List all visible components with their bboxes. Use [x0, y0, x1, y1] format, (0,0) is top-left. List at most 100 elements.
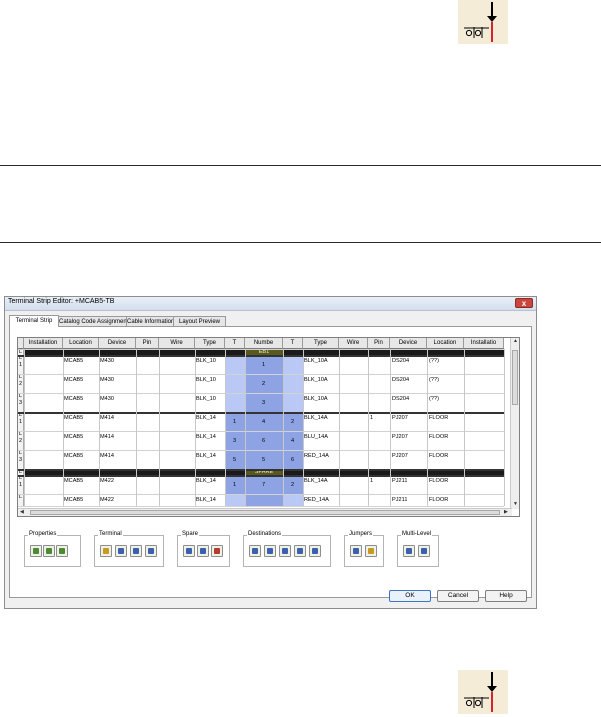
- tab-layout-preview[interactable]: Layout Preview: [173, 316, 226, 326]
- terminal-symbol-icon[interactable]: [458, 670, 508, 714]
- terminal-left-cell: 5: [233, 457, 237, 463]
- column-header[interactable]: Type: [195, 338, 225, 349]
- column-header[interactable]: Location: [63, 338, 99, 349]
- vertical-scroll-thumb[interactable]: [512, 350, 518, 405]
- column-header[interactable]: Numbe: [245, 338, 283, 349]
- destination-button-5[interactable]: [309, 545, 321, 557]
- type-cell: BLK_14A: [304, 478, 328, 484]
- delete-spare-button[interactable]: [197, 545, 209, 557]
- device-cell: M414: [100, 415, 114, 421]
- remove-properties-button[interactable]: [56, 545, 68, 557]
- column-header[interactable]: T: [283, 338, 303, 349]
- group-label: Terminal: [98, 531, 123, 537]
- location-cell: FLOOR: [429, 434, 449, 440]
- horizontal-scroll-thumb[interactable]: [30, 510, 500, 515]
- add-spare-button[interactable]: [183, 545, 195, 557]
- row-divider: [18, 494, 504, 495]
- column-header[interactable]: Wire: [159, 338, 195, 349]
- destination-button-2[interactable]: [264, 545, 276, 557]
- copy-properties-button[interactable]: [43, 545, 55, 557]
- close-button[interactable]: x: [515, 298, 533, 308]
- terminal-strip-editor-dialog: Terminal Strip Editor: +MCAB5-TB x Termi…: [4, 296, 537, 609]
- location-cell: MCAB5: [64, 434, 84, 440]
- column-header[interactable]: Installatio: [464, 338, 504, 349]
- type-cell: BLK_10: [196, 358, 216, 364]
- terminal-left-cell: 1: [233, 419, 237, 425]
- type-cell: BLK_10: [196, 377, 216, 383]
- column-header[interactable]: Installation: [24, 338, 63, 349]
- column-header[interactable]: Pin: [136, 338, 159, 349]
- column-header[interactable]: Wire: [339, 338, 368, 349]
- destination-icon: [252, 548, 258, 554]
- column-header[interactable]: Location: [427, 338, 464, 349]
- row-divider: [18, 349, 504, 350]
- horizontal-scrollbar[interactable]: ◀ ▶: [18, 508, 512, 516]
- scroll-down-arrow-icon[interactable]: ▼: [513, 501, 518, 508]
- type-cell: BLK_10: [196, 396, 216, 402]
- destination-button-3[interactable]: [279, 545, 291, 557]
- location-cell: MCAB5: [64, 358, 84, 364]
- device-cell: M414: [100, 434, 114, 440]
- column-header[interactable]: Device: [99, 338, 136, 349]
- device-cell: PJ207: [392, 434, 408, 440]
- insert-terminal-button[interactable]: [115, 545, 127, 557]
- help-button[interactable]: Help: [485, 590, 527, 602]
- multi-level-button-2[interactable]: [418, 545, 430, 557]
- divider: [0, 165, 601, 166]
- row-divider: [18, 393, 504, 394]
- scroll-right-arrow-icon[interactable]: ▶: [504, 509, 508, 516]
- column-header[interactable]: Type: [303, 338, 339, 349]
- cancel-button[interactable]: Cancel: [437, 590, 479, 602]
- add-jumper-button[interactable]: [350, 545, 362, 557]
- vertical-scrollbar[interactable]: ▲ ▼: [510, 338, 519, 509]
- scroll-up-arrow-icon[interactable]: ▲: [513, 338, 518, 345]
- edit-properties-button[interactable]: [30, 545, 42, 557]
- terminal-symbol-icon[interactable]: [458, 0, 508, 44]
- destination-button-4[interactable]: [294, 545, 306, 557]
- terminal-number-cell: 6: [262, 438, 266, 444]
- tab-terminal-strip[interactable]: Terminal Strip: [9, 315, 59, 327]
- destination-button-1[interactable]: [249, 545, 261, 557]
- destination-icon: [312, 548, 318, 554]
- destination-icon: [297, 548, 303, 554]
- edit-terminal-icon: [103, 548, 109, 554]
- device-cell: M430: [100, 396, 114, 402]
- scroll-left-arrow-icon[interactable]: ◀: [20, 509, 24, 516]
- renumber-terminal-button[interactable]: [145, 545, 157, 557]
- row-level-letter: L: [18, 393, 23, 399]
- tab-catalog-code-assignment[interactable]: Catalog Code Assignment: [58, 316, 128, 326]
- terminal-right-cell: 2: [291, 482, 295, 488]
- group-label: Properties: [28, 531, 58, 537]
- location-cell: MCAB5: [64, 478, 84, 484]
- edit-jumper-button[interactable]: [365, 545, 377, 557]
- device-cell: M430: [100, 358, 114, 364]
- device-cell: PJ211: [392, 497, 408, 503]
- type-cell: RED_14A: [304, 453, 329, 459]
- column-header[interactable]: T: [225, 338, 245, 349]
- column-divider: [63, 349, 64, 506]
- type-cell: BLK_10A: [304, 358, 328, 364]
- row-level-letter: L: [18, 374, 23, 380]
- type-cell: BLK_14A: [304, 415, 328, 421]
- column-divider: [99, 349, 100, 506]
- row-level-letter: L: [18, 494, 23, 500]
- edit-terminal-button[interactable]: [100, 545, 112, 557]
- ok-button[interactable]: OK: [389, 590, 431, 602]
- column-header[interactable]: Pin: [368, 338, 390, 349]
- row-divider: [18, 469, 504, 471]
- move-terminal-button[interactable]: [130, 545, 142, 557]
- device-cell: M430: [100, 377, 114, 383]
- edit-properties-icon: [33, 548, 39, 554]
- device-cell: M414: [100, 453, 114, 459]
- column-divider: [368, 349, 369, 506]
- device-cell: DS204: [392, 358, 410, 364]
- tab-cable-information[interactable]: Cable Information: [126, 316, 174, 326]
- terminal-grid[interactable]: Installation Location Device Pin Wire Ty…: [17, 337, 520, 517]
- spare-options-button[interactable]: [211, 545, 223, 557]
- column-divider: [303, 349, 304, 506]
- multi-level-button-1[interactable]: [403, 545, 415, 557]
- type-cell: BLK_14: [196, 497, 216, 503]
- location-cell: FLOOR: [429, 497, 449, 503]
- column-header[interactable]: Device: [390, 338, 427, 349]
- row-level-letter: L: [18, 431, 23, 437]
